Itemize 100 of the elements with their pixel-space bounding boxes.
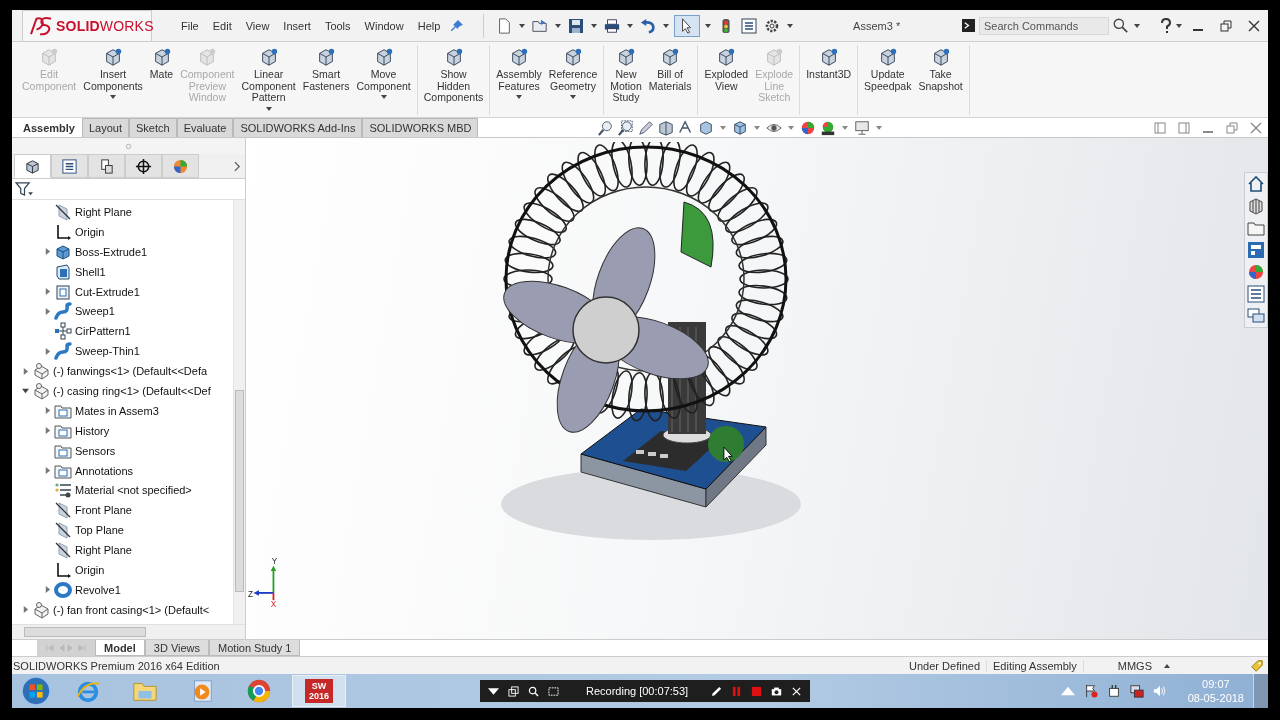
expand-arrow-icon[interactable] xyxy=(43,407,51,415)
tree-item[interactable]: Origin xyxy=(75,225,105,238)
folder-icon[interactable] xyxy=(532,17,549,34)
ribbon-command[interactable]: Bill of Materials xyxy=(645,45,695,115)
ribbon-command[interactable]: Instant3D xyxy=(803,45,855,115)
tree-item[interactable]: Right Plane xyxy=(75,205,132,218)
expand-arrow-icon[interactable] xyxy=(43,467,51,474)
caret-icon[interactable] xyxy=(519,23,526,28)
taskbar-button[interactable]: SW 2016 xyxy=(292,675,346,707)
filter-icon[interactable] xyxy=(15,181,34,197)
grip-icon[interactable] xyxy=(125,142,132,150)
graphics-area[interactable]: Y Z X xyxy=(246,138,1268,639)
list-icon[interactable] xyxy=(1247,285,1265,303)
ribbon-command[interactable]: Move Component xyxy=(353,45,414,115)
stop-icon[interactable] xyxy=(751,685,763,697)
menu-item[interactable]: Help xyxy=(410,19,448,32)
command-tab[interactable]: SOLIDWORKS MBD xyxy=(362,118,479,137)
plug-icon[interactable] xyxy=(1106,684,1121,698)
save-icon[interactable] xyxy=(568,17,585,34)
model-tab[interactable]: Model xyxy=(95,640,145,656)
horizontal-scrollbar[interactable] xyxy=(12,624,245,639)
ribbon-command[interactable]: Update Speedpak xyxy=(861,45,915,115)
help-icon[interactable] xyxy=(1160,17,1172,34)
tree-item[interactable]: Sweep1 xyxy=(75,305,115,318)
expand-arrow-icon[interactable] xyxy=(21,367,29,375)
appearance-sphere-icon[interactable] xyxy=(800,119,817,136)
restore-icon[interactable] xyxy=(1220,19,1232,32)
tree-item[interactable]: Sweep-Thin1 xyxy=(75,345,140,358)
flag-icon[interactable] xyxy=(1083,684,1098,698)
search-field[interactable]: Search Commands xyxy=(979,16,1109,35)
network-icon[interactable] xyxy=(1129,684,1144,698)
appearance-sphere-icon[interactable] xyxy=(1247,263,1265,281)
close-icon[interactable] xyxy=(1248,19,1260,32)
monitor-icon[interactable] xyxy=(854,119,871,136)
expand-arrow-icon[interactable] xyxy=(43,248,51,256)
menu-item[interactable]: Insert xyxy=(276,19,318,32)
search-icon[interactable] xyxy=(528,685,539,697)
tree-item[interactable]: Origin xyxy=(75,563,105,576)
pin-icon[interactable] xyxy=(449,17,466,34)
new-document-icon[interactable] xyxy=(496,17,513,34)
caret-icon[interactable] xyxy=(663,23,670,28)
command-tab[interactable]: SOLIDWORKS Add-Ins xyxy=(233,118,363,137)
caret-icon[interactable] xyxy=(705,23,712,28)
command-tab[interactable]: Evaluate xyxy=(176,118,234,137)
vertical-scrollbar[interactable] xyxy=(233,200,245,624)
pencil-icon[interactable] xyxy=(711,685,723,697)
library-icon[interactable] xyxy=(1247,197,1265,215)
printer-icon[interactable] xyxy=(604,17,621,34)
menu-item[interactable]: File xyxy=(174,19,206,32)
command-tab[interactable]: Layout xyxy=(82,118,129,137)
command-tab[interactable]: Sketch xyxy=(129,118,177,137)
tree-item[interactable]: Front Plane xyxy=(75,504,132,517)
model-tab[interactable]: 3D Views xyxy=(144,640,210,656)
search-icon[interactable] xyxy=(1113,18,1128,33)
tree-item[interactable]: CirPattern1 xyxy=(75,325,131,338)
zoom-icon[interactable] xyxy=(598,119,615,136)
panel-tab[interactable] xyxy=(51,154,88,178)
tree-item[interactable]: Shell1 xyxy=(75,265,106,278)
chat-icon[interactable] xyxy=(1247,307,1265,325)
ribbon-command[interactable]: Insert Components xyxy=(80,45,146,115)
tile-right-icon[interactable] xyxy=(1178,121,1190,134)
tree-item[interactable]: (-) fan front casing<1> (Default< xyxy=(53,603,210,616)
settings-icon[interactable] xyxy=(764,17,781,34)
screen-region-icon[interactable] xyxy=(548,685,559,697)
ribbon-command[interactable]: Reference Geometry xyxy=(545,45,601,115)
menu-item[interactable]: View xyxy=(238,19,277,32)
tree-item[interactable]: (-) casing ring<1> (Default<<Def xyxy=(53,384,211,397)
model-tab[interactable]: Motion Study 1 xyxy=(209,640,301,656)
folder-icon[interactable] xyxy=(1247,219,1265,237)
expand-arrow-icon[interactable] xyxy=(43,347,51,355)
zoom-area-icon[interactable] xyxy=(618,119,635,136)
tree-item[interactable]: (-) fanwings<1> (Default<<Defa xyxy=(53,365,208,378)
menu-item[interactable]: Tools xyxy=(317,19,358,32)
tree-item[interactable]: Right Plane xyxy=(75,544,132,557)
tree-item[interactable]: Cut-Extrude1 xyxy=(75,285,140,298)
panel-tab[interactable] xyxy=(14,154,51,178)
tree-item[interactable]: Boss-Extrude1 xyxy=(75,245,148,258)
scene-sphere-icon[interactable] xyxy=(820,119,837,136)
home-icon[interactable] xyxy=(1247,175,1265,193)
app-logo[interactable]: SOLIDWORKS xyxy=(22,9,152,42)
ribbon-command[interactable]: Linear Component Pattern xyxy=(238,45,299,115)
ribbon-command[interactable]: Show Hidden Components xyxy=(420,45,487,115)
view-palette-icon[interactable] xyxy=(1247,241,1265,259)
expand-arrow-icon[interactable] xyxy=(43,307,51,315)
close-icon[interactable] xyxy=(791,685,803,697)
chevron-right-icon[interactable] xyxy=(234,160,241,172)
pause-icon[interactable] xyxy=(731,685,743,697)
tag-icon[interactable] xyxy=(1250,658,1264,673)
select-tool-button[interactable] xyxy=(674,14,701,37)
expand-arrow-icon[interactable] xyxy=(43,427,51,435)
caret-icon[interactable] xyxy=(1176,23,1182,28)
collapse-arrow-icon[interactable] xyxy=(21,387,29,395)
tree-item[interactable]: Annotations xyxy=(75,464,134,477)
caret-icon[interactable] xyxy=(591,23,598,28)
tree-item[interactable]: Sensors xyxy=(75,444,116,457)
list-icon[interactable] xyxy=(741,17,758,34)
caret-icon[interactable] xyxy=(627,23,634,28)
expand-arrow-icon[interactable] xyxy=(43,288,51,295)
panel-tab[interactable] xyxy=(88,154,125,178)
ribbon-command[interactable]: New Motion Study xyxy=(607,45,645,115)
